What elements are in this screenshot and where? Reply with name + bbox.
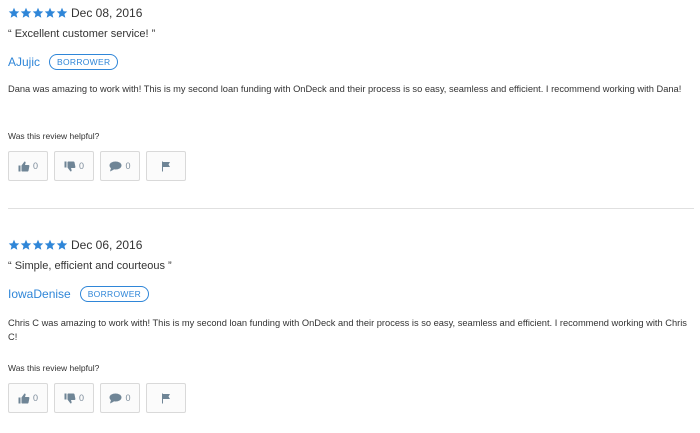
review-date: Dec 08, 2016 [71,6,143,20]
helpful-button[interactable]: 0 [8,151,48,181]
unhelpful-count: 0 [78,393,84,403]
review-date: Dec 06, 2016 [71,238,143,252]
review-actions: 0 0 0 [8,151,186,181]
helpful-label: Was this review helpful? [8,131,100,141]
helpful-count: 0 [32,161,38,171]
star-rating [8,239,68,251]
author-row: IowaDenise BORROWER [8,286,150,302]
star-icon [20,239,32,251]
star-rating [8,7,68,19]
thumbs-up-icon [18,393,30,404]
review-body: Dana was amazing to work with! This is m… [8,84,682,94]
flag-icon [161,161,171,172]
rating-row: Dec 08, 2016 [8,4,142,22]
review-body: Chris C was amazing to work with! This i… [8,318,687,342]
review-divider [8,208,694,209]
star-icon [44,7,56,19]
thumbs-down-icon [64,161,76,172]
unhelpful-button[interactable]: 0 [54,383,94,413]
star-icon [56,239,68,251]
author-row: AJujic BORROWER [8,54,119,70]
comment-icon [109,161,122,172]
author-link[interactable]: IowaDenise [8,287,71,301]
unhelpful-count: 0 [78,161,84,171]
helpful-label: Was this review helpful? [8,363,100,373]
rating-row: Dec 06, 2016 [8,236,142,254]
borrower-badge: BORROWER [79,286,150,302]
helpful-count: 0 [32,393,38,403]
unhelpful-button[interactable]: 0 [54,151,94,181]
star-icon [32,7,44,19]
author-link[interactable]: AJujic [8,55,40,69]
comment-icon [109,393,122,404]
thumbs-down-icon [64,393,76,404]
flag-button[interactable] [146,151,186,181]
comment-button[interactable]: 0 [100,151,140,181]
star-icon [20,7,32,19]
star-icon [56,7,68,19]
review-actions: 0 0 0 [8,383,186,413]
flag-button[interactable] [146,383,186,413]
comment-count: 0 [125,161,131,171]
comment-count: 0 [125,393,131,403]
star-icon [44,239,56,251]
review-title: “ Excellent customer service! ” [8,28,156,40]
star-icon [8,7,20,19]
flag-icon [161,393,171,404]
thumbs-up-icon [18,161,30,172]
borrower-badge: BORROWER [49,54,119,70]
star-icon [8,239,20,251]
star-icon [32,239,44,251]
comment-button[interactable]: 0 [100,383,140,413]
review-title: “ Simple, efficient and courteous ” [8,260,172,272]
helpful-button[interactable]: 0 [8,383,48,413]
